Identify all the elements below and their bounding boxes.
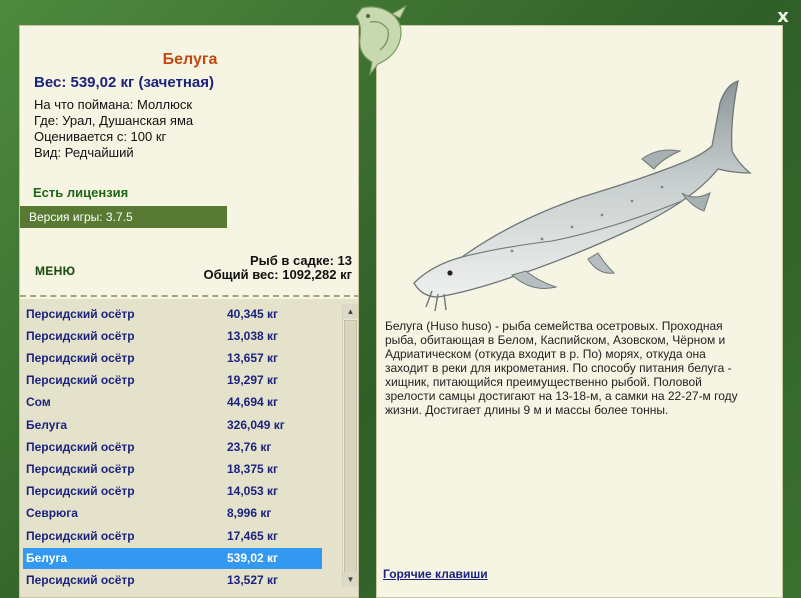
catch-weight: 13,657 кг (227, 351, 279, 365)
info-rarity: Вид: Редчайший (34, 145, 134, 160)
scroll-down-arrow-icon[interactable]: ▼ (343, 572, 358, 587)
keepnet-count: Рыб в садке: 13 (249, 253, 352, 268)
catch-list-item[interactable]: Персидский осётр 19,297 кг (23, 370, 322, 391)
fish-weight: Вес: 539,02 кг (зачетная) (34, 74, 215, 91)
catch-list-scrollbar[interactable]: ▲ ▼ (342, 304, 358, 587)
catch-name: Сом (26, 395, 51, 409)
catch-weight: 17,465 кг (227, 529, 279, 543)
version-bar: Версия игры: 3.7.5 (20, 206, 227, 228)
fish-name: Белуга (162, 51, 218, 68)
catch-weight: 18,375 кг (227, 462, 279, 476)
catch-name: Персидский осётр (26, 351, 135, 365)
left-panel: Белуга Вес: 539,02 кг (зачетная) На что … (19, 25, 359, 598)
info-bait: На что поймана: Моллюск (34, 97, 193, 112)
catch-list-item[interactable]: Персидский осётр 40,345 кг (23, 304, 322, 325)
info-min-weight: Оценивается с: 100 кг (34, 129, 167, 144)
catch-name: Персидский осётр (26, 573, 135, 587)
catch-name: Персидский осётр (26, 462, 135, 476)
catch-weight: 539,02 кг (227, 551, 279, 565)
catch-weight: 19,297 кг (227, 373, 279, 387)
catch-name: Белуга (26, 418, 68, 432)
catch-weight: 23,76 кг (227, 440, 272, 454)
catch-list-item[interactable]: Персидский осётр 13,527 кг (23, 570, 322, 591)
catch-name: Персидский осётр (26, 484, 135, 498)
catch-weight: 13,038 кг (227, 329, 279, 343)
keepnet-total-weight: Общий вес: 1092,282 кг (203, 267, 352, 282)
menu-button[interactable]: МЕНЮ (35, 264, 75, 278)
catch-weight: 44,694 кг (227, 395, 279, 409)
catch-name: Персидский осётр (26, 440, 135, 454)
catch-list-item[interactable]: Персидский осётр 14,053 кг (23, 481, 322, 502)
catch-list-item[interactable]: Сом 44,694 кг (23, 392, 322, 413)
catch-weight: 40,345 кг (227, 307, 279, 321)
catch-list-item-selected[interactable]: Белуга 539,02 кг (23, 548, 322, 569)
catch-weight: 13,527 кг (227, 573, 279, 587)
catch-name: Севрюга (26, 506, 78, 520)
leaping-fish-logo-icon (355, 4, 408, 76)
catch-name: Персидский осётр (26, 307, 135, 321)
catch-list-item[interactable]: Персидский осётр 23,76 кг (23, 437, 322, 458)
catch-weight: 14,053 кг (227, 484, 279, 498)
catch-list-item[interactable]: Персидский осётр 18,375 кг (23, 459, 322, 480)
info-location: Где: Урал, Душанская яма (34, 113, 194, 128)
keepnet-stats: Рыб в садке: 13 Общий вес: 1092,282 кг (203, 254, 352, 282)
catch-list-item[interactable]: Персидский осётр 13,038 кг (23, 326, 322, 347)
catch-name: Белуга (26, 551, 68, 565)
catch-name: Персидский осётр (26, 529, 135, 543)
catch-name: Персидский осётр (26, 329, 135, 343)
catch-weight: 326,049 кг (227, 418, 285, 432)
scroll-thumb[interactable] (344, 320, 357, 574)
hotkeys-link[interactable]: Горячие клавиши (383, 567, 488, 581)
license-status: Есть лицензия (33, 185, 129, 200)
catch-list-item[interactable]: Севрюга 8,996 кг (23, 503, 322, 524)
beluga-fish-image (413, 80, 752, 312)
fish-description: Белуга (Huso huso) - рыба семейства осет… (385, 319, 738, 417)
divider (20, 295, 358, 297)
catch-weight: 8,996 кг (227, 506, 272, 520)
catch-name: Персидский осётр (26, 373, 135, 387)
catch-list-item[interactable]: Персидский осётр 17,465 кг (23, 526, 322, 547)
catch-list-item[interactable]: Белуга 326,049 кг (23, 415, 322, 436)
right-panel: Белуга (Huso huso) - рыба семейства осет… (376, 25, 783, 598)
scroll-up-arrow-icon[interactable]: ▲ (343, 304, 358, 319)
catch-list: Персидский осётр 40,345 кг Персидский осё… (20, 299, 358, 597)
catch-list-item[interactable]: Персидский осётр 13,657 кг (23, 348, 322, 369)
